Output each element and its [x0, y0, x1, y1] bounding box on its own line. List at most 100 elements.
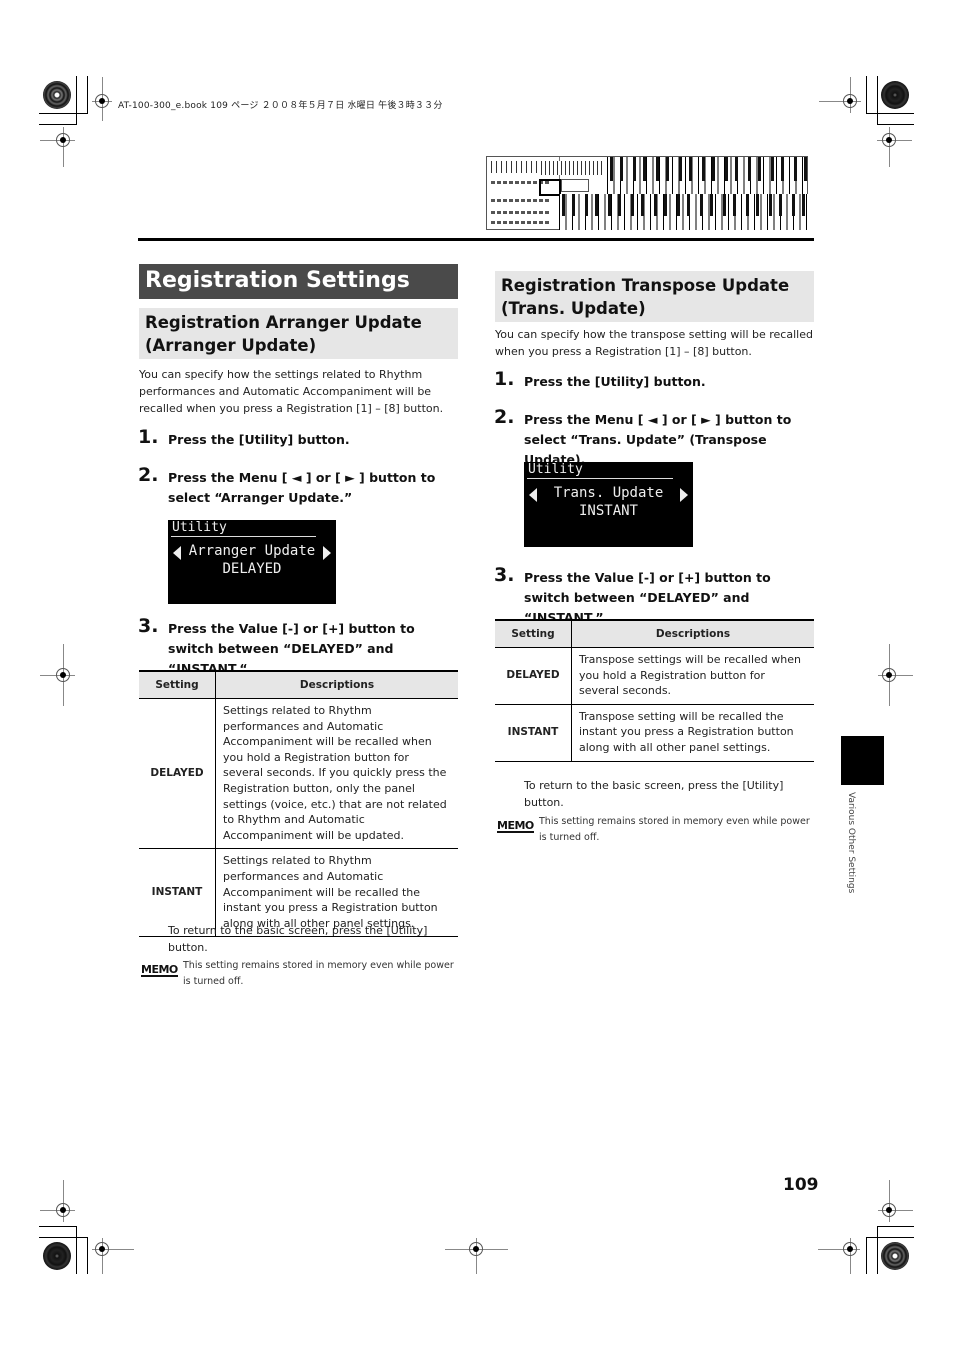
registration-mark-icon — [56, 1203, 70, 1217]
lcd-divider — [527, 478, 673, 479]
setting-cell: INSTANT — [495, 704, 572, 762]
step-text: Press the Value [-] or [+] button to swi… — [168, 621, 415, 676]
registration-mark-icon — [882, 668, 896, 682]
crop-mark — [877, 1226, 914, 1227]
lcd-parameter: Arranger Update — [188, 543, 316, 559]
lcd-value: INSTANT — [578, 503, 638, 519]
print-target-mark — [43, 1242, 71, 1270]
step-number: 3. — [494, 564, 515, 586]
return-note: To return to the basic screen, press the… — [168, 924, 428, 954]
setting-cell: DELAYED — [495, 647, 572, 705]
section-title: Registration Settings — [139, 264, 458, 299]
memo-text: This setting remains stored in memory ev… — [539, 816, 810, 843]
print-file-header: AT-100-300_e.book 109 ページ ２００８年５月７日 水曜日 … — [118, 101, 443, 111]
chapter-tab — [841, 736, 884, 785]
header-rule — [138, 238, 814, 241]
crop-mark — [866, 113, 914, 114]
registration-mark-icon — [95, 94, 109, 108]
registration-mark-icon — [469, 1242, 483, 1256]
upper-manual-keys — [607, 157, 807, 196]
table-header-row: Setting Descriptions — [139, 670, 458, 699]
crop-mark — [877, 1226, 878, 1274]
description-cell: Transpose setting will be recalled the i… — [571, 704, 814, 762]
heading-line: (Arranger Update) — [145, 336, 317, 355]
transpose-update-heading: Registration Transpose Update (Trans. Up… — [495, 271, 814, 322]
crop-mark — [87, 1237, 88, 1274]
utility-button-highlight — [539, 179, 561, 196]
lower-manual-keys — [559, 194, 809, 230]
registration-mark-icon — [882, 1203, 896, 1217]
lcd-value: DELAYED — [222, 561, 282, 577]
crop-mark — [39, 113, 88, 114]
step-number: 3. — [138, 615, 159, 637]
lcd-parameter: Trans. Update — [553, 485, 664, 501]
registration-mark-icon — [882, 133, 896, 147]
table-row: DELAYED Settings related to Rhythm perfo… — [139, 698, 458, 850]
chapter-tab-label: Various Other Settings — [846, 792, 856, 894]
step-text: Press the [Utility] button. — [168, 432, 350, 447]
arranger-update-settings-table: Setting Descriptions DELAYED Settings re… — [139, 670, 458, 938]
transpose-intro: You can specify how the transpose settin… — [495, 328, 813, 358]
crop-mark — [866, 76, 867, 114]
step-text: Press the Value [-] or [+] button to swi… — [524, 570, 771, 625]
menu-right-arrow-icon — [323, 546, 331, 560]
step-text: Press the Menu [ ◄ ] or [ ► ] button to … — [168, 470, 436, 505]
column-header-descriptions: Descriptions — [571, 619, 814, 648]
step-text: Press the Menu [ ◄ ] or [ ► ] button to … — [524, 412, 792, 467]
heading-line: Registration Arranger Update — [145, 313, 422, 332]
lcd-display-arranger-update: Utility Arranger Update DELAYED — [168, 520, 336, 604]
lcd-title: Utility — [172, 520, 227, 535]
crop-mark — [39, 124, 77, 125]
transpose-update-settings-table: Setting Descriptions DELAYED Transpose s… — [495, 619, 814, 762]
lcd-divider — [171, 536, 316, 537]
step-2: 2. Press the Menu [ ◄ ] or [ ► ] button … — [138, 465, 458, 508]
heading-line: (Trans. Update) — [501, 299, 646, 318]
step-text: Press the [Utility] button. — [524, 374, 706, 389]
memo-icon: MEMO — [141, 963, 178, 977]
lcd-title: Utility — [528, 462, 583, 477]
memo-icon: MEMO — [497, 819, 534, 833]
setting-cell: DELAYED — [139, 698, 216, 850]
arranger-intro: You can specify how the settings related… — [139, 368, 444, 415]
description-cell: Settings related to Rhythm performances … — [215, 698, 458, 850]
registration-mark-icon — [56, 668, 70, 682]
column-header-setting: Setting — [139, 670, 216, 699]
crop-mark — [866, 1237, 867, 1274]
arranger-update-heading: Registration Arranger Update (Arranger U… — [139, 308, 458, 359]
step-number: 2. — [494, 406, 515, 428]
table-header-row: Setting Descriptions — [495, 619, 814, 648]
crop-mark — [866, 1237, 914, 1238]
crop-mark — [76, 76, 77, 125]
step-2: 2. Press the Menu [ ◄ ] or [ ► ] button … — [494, 407, 814, 470]
crop-mark — [877, 76, 878, 125]
registration-mark-icon — [56, 133, 70, 147]
description-cell: Transpose settings will be recalled when… — [571, 647, 814, 705]
organ-keyboard-illustration — [486, 156, 809, 230]
registration-mark-icon — [95, 1242, 109, 1256]
return-note: To return to the basic screen, press the… — [524, 779, 784, 809]
registration-mark-icon — [843, 1242, 857, 1256]
print-target-mark — [43, 81, 71, 109]
print-target-mark — [881, 81, 909, 109]
heading-line: Registration Transpose Update — [501, 276, 790, 295]
step-1: 1. Press the [Utility] button. — [494, 369, 814, 392]
column-header-setting: Setting — [495, 619, 572, 648]
table-row: DELAYED Transpose settings will be recal… — [495, 647, 814, 705]
crop-mark — [39, 1226, 77, 1227]
crop-mark — [39, 1237, 88, 1238]
crop-mark — [76, 1226, 77, 1274]
step-number: 2. — [138, 464, 159, 486]
print-target-mark — [881, 1242, 909, 1270]
step-number: 1. — [138, 426, 159, 448]
crop-mark — [87, 76, 88, 114]
menu-right-arrow-icon — [680, 488, 688, 502]
lcd-display-trans-update: Utility Trans. Update INSTANT — [524, 462, 693, 547]
column-header-descriptions: Descriptions — [215, 670, 458, 699]
crop-mark — [877, 124, 914, 125]
page-number: 109 — [783, 1175, 819, 1195]
registration-mark-icon — [843, 94, 857, 108]
memo-text: This setting remains stored in memory ev… — [183, 960, 454, 987]
table-row: INSTANT Transpose setting will be recall… — [495, 704, 814, 762]
step-1: 1. Press the [Utility] button. — [138, 427, 458, 450]
step-number: 1. — [494, 368, 515, 390]
